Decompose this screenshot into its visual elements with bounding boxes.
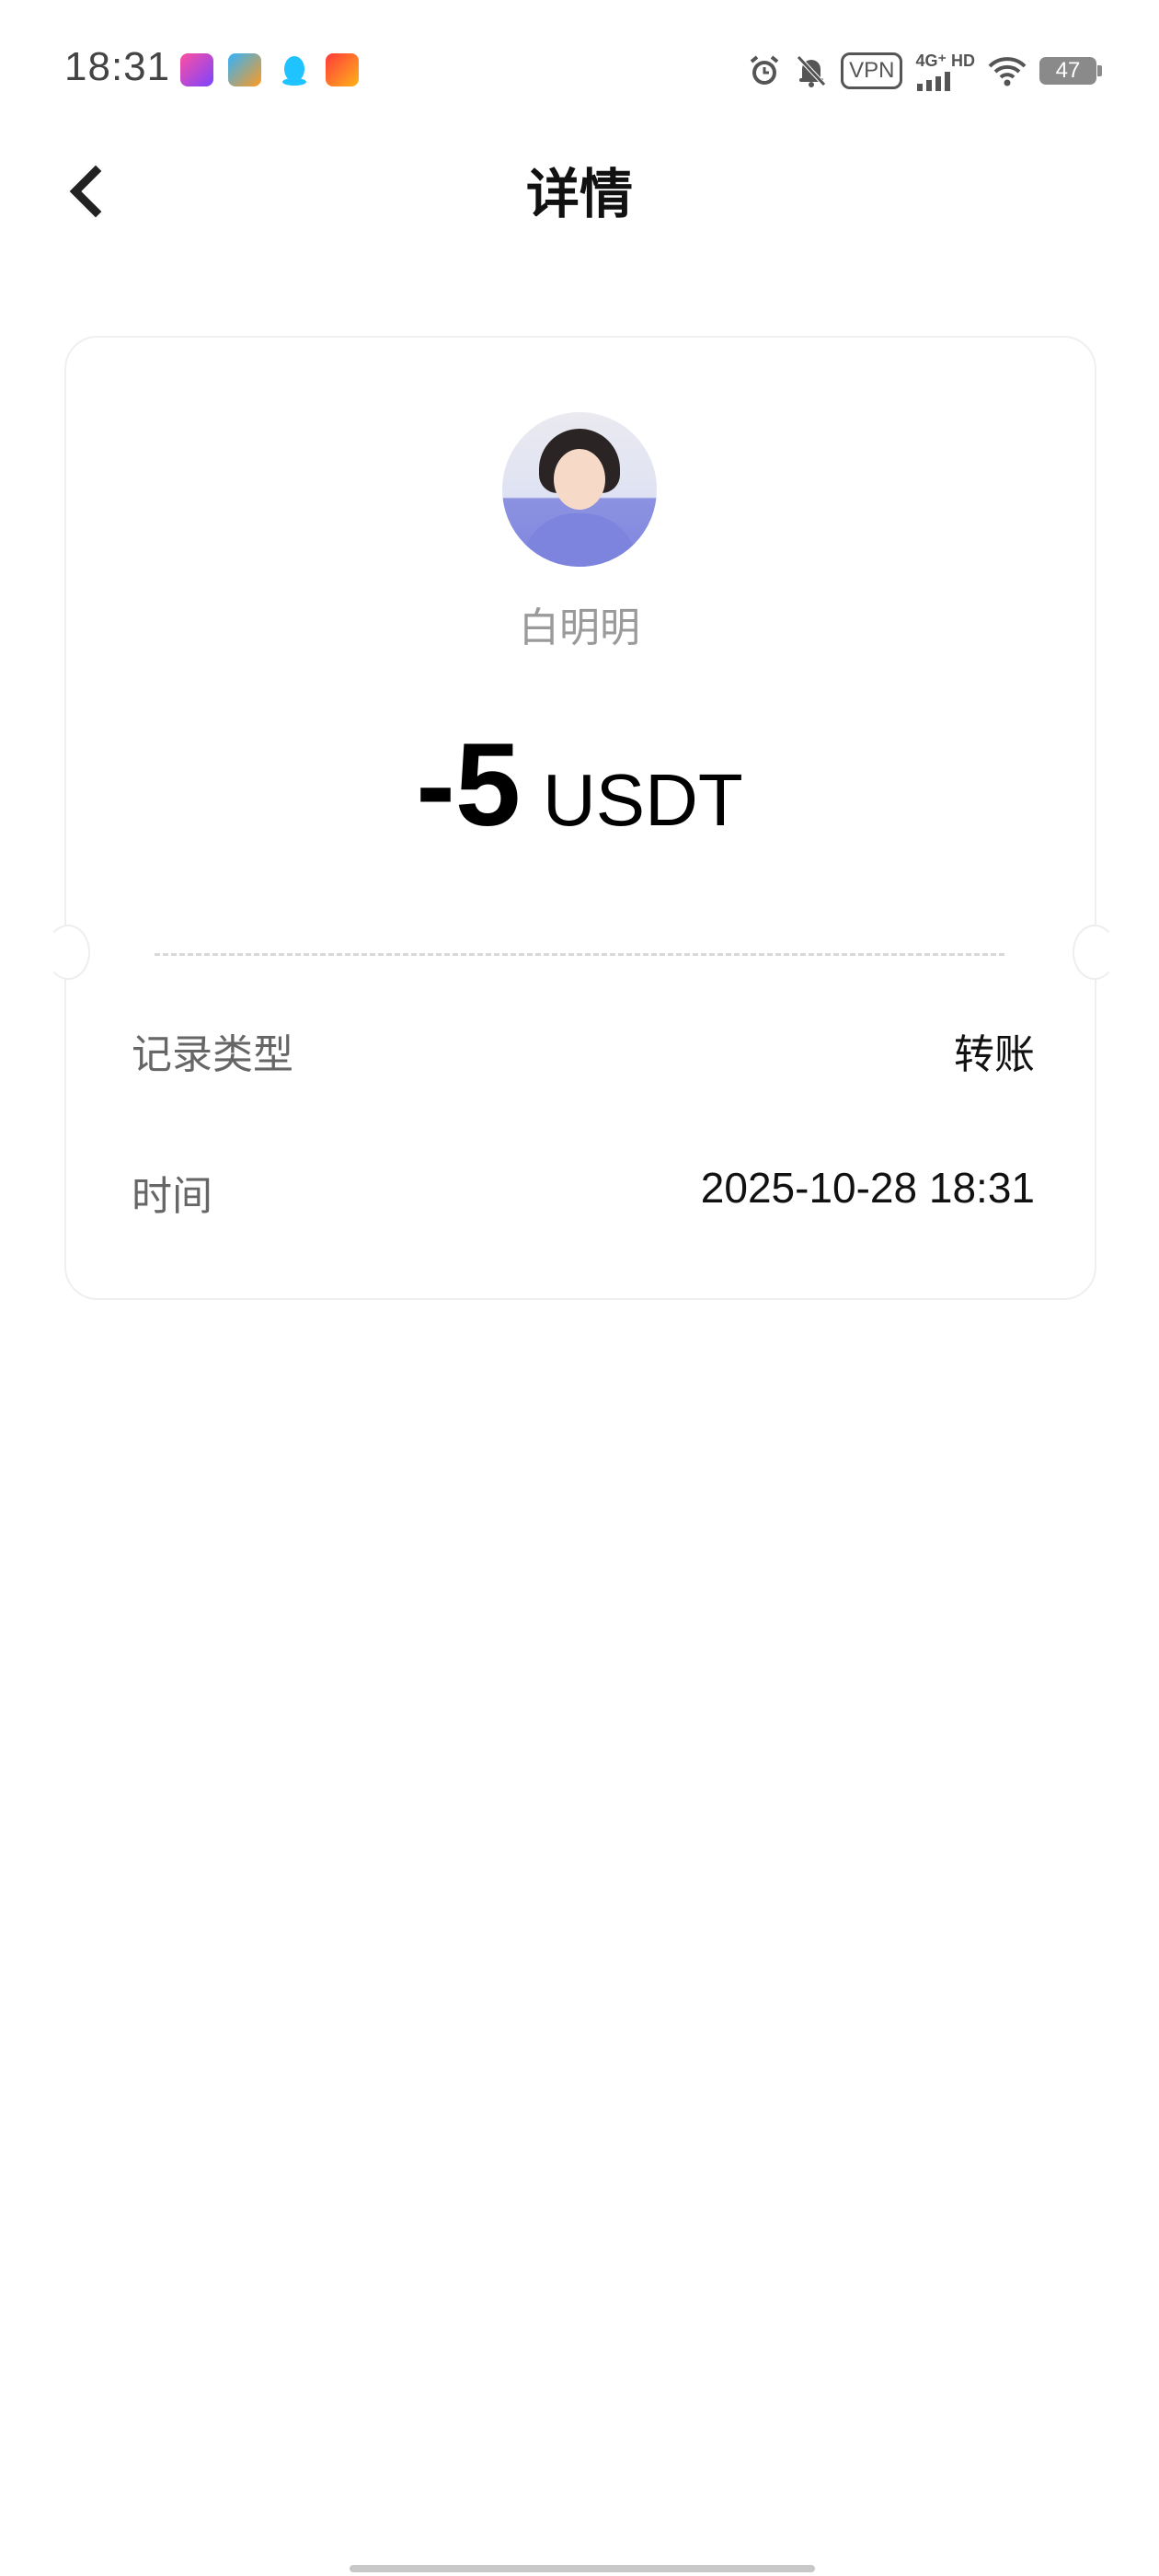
- cellular-signal-icon: 4G⁺ HD: [915, 52, 975, 91]
- taobao-app-icon: [326, 53, 359, 86]
- dashed-divider: [155, 953, 1004, 956]
- counterparty-name: 白明明: [519, 604, 640, 651]
- ticket-notch-left: [46, 925, 90, 980]
- eleme-app-icon: [228, 53, 261, 86]
- home-indicator[interactable]: [350, 2565, 815, 2572]
- avatar: [502, 412, 657, 567]
- transaction-amount: -5 USDT: [0, 718, 1159, 853]
- status-bar: 18:31 VPN 4G⁺ HD 47: [0, 0, 1159, 138]
- battery-icon: 47: [1039, 57, 1102, 85]
- qq-app-icon: [278, 53, 311, 86]
- detail-row-record-type: 记录类型 转账: [132, 1021, 1035, 1086]
- detail-label: 记录类型: [132, 1031, 293, 1078]
- alarm-icon: [747, 53, 782, 88]
- amount-unit: USDT: [543, 759, 743, 841]
- detail-label: 时间: [132, 1173, 212, 1220]
- status-indicators: VPN 4G⁺ HD 47: [747, 48, 1102, 94]
- wifi-icon: [988, 55, 1027, 86]
- mute-notification-icon: [795, 53, 828, 88]
- vpn-indicator: VPN: [841, 52, 903, 89]
- ticket-notch-right: [1073, 925, 1117, 980]
- bilibili-app-icon: [180, 53, 213, 86]
- navigation-header: 详情: [0, 138, 1159, 239]
- status-time: 18:31: [64, 44, 171, 89]
- amount-value: -5: [416, 719, 522, 851]
- page-title: 详情: [525, 163, 633, 225]
- network-type-label: 4G⁺ HD: [915, 51, 975, 70]
- detail-value: 2025-10-28 18:31: [700, 1164, 1035, 1212]
- detail-value: 转账: [954, 1031, 1035, 1078]
- detail-row-time: 时间 2025-10-28 18:31: [132, 1163, 1035, 1227]
